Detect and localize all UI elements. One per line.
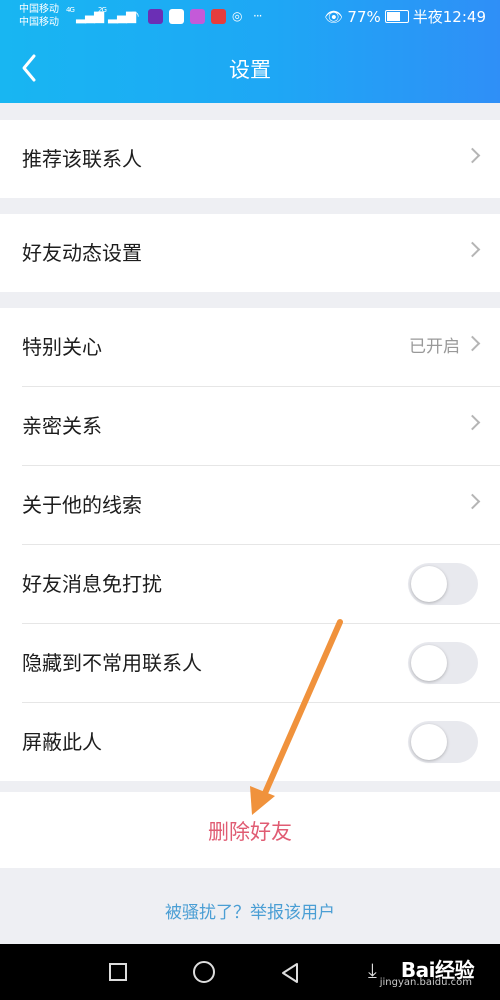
network-type-2: 2G (98, 6, 107, 14)
block-user-toggle[interactable] (408, 721, 478, 763)
battery-icon (384, 10, 409, 23)
network-type-1: 4G (66, 6, 75, 14)
toggle-knob (411, 645, 447, 681)
chevron-right-icon (464, 493, 481, 510)
home-button[interactable] (193, 961, 215, 983)
row-label: 关于他的线索 (22, 493, 142, 517)
settings-group-moments: 好友动态设置 (0, 214, 500, 292)
watermark-url: jingyan.baidu.com (379, 977, 472, 988)
back-triangle-icon[interactable] (280, 962, 302, 984)
chevron-right-icon (464, 241, 481, 258)
wifi-icon: ◠ (128, 9, 139, 24)
circle-notification-icon: ◎ (232, 9, 243, 23)
row-label: 特别关心 (22, 335, 102, 359)
recent-apps-button[interactable] (109, 963, 127, 981)
settings-row-do-not-disturb: 好友消息免打扰 (22, 545, 500, 624)
app-notification-icon (148, 9, 163, 24)
app-header: 中国移动 中国移动 4G ▂▄▆ 2G ▂▄▆ ◠ ◎ ··· 👁 77% 半夜12… (0, 0, 500, 103)
row-label: 隐藏到不常用联系人 (22, 651, 202, 675)
row-label: 好友消息免打扰 (22, 572, 162, 596)
hide-contact-toggle[interactable] (408, 642, 478, 684)
clock: 半夜12:49 (412, 8, 486, 26)
toggle-knob (411, 724, 447, 760)
chevron-right-icon (464, 414, 481, 431)
row-label: 亲密关系 (22, 414, 102, 438)
settings-row-special-care[interactable]: 特别关心 已开启 (22, 308, 500, 387)
carrier-2: 中国移动 (19, 17, 59, 28)
settings-group-recommend: 推荐该联系人 (0, 120, 500, 198)
settings-group-relationship: 特别关心 已开启 亲密关系 关于他的线索 好友消息免打扰 隐藏到不常用联系人 屏… (0, 308, 500, 781)
battery-percent: 77% (347, 8, 381, 26)
settings-row-recommend-contact[interactable]: 推荐该联系人 (22, 120, 500, 198)
more-notifications-icon: ··· (253, 9, 263, 23)
special-care-status: 已开启 (409, 337, 460, 357)
settings-row-block-user: 屏蔽此人 (22, 703, 500, 781)
app-notification-icon (169, 9, 184, 24)
carrier-1: 中国移动 (19, 4, 59, 15)
app-notification-icon (190, 9, 205, 24)
eye-comfort-icon: 👁 (324, 8, 344, 26)
row-label: 推荐该联系人 (22, 147, 142, 171)
carrier-labels: 中国移动 中国移动 (19, 3, 59, 29)
settings-row-moments-settings[interactable]: 好友动态设置 (22, 214, 500, 292)
row-label: 屏蔽此人 (22, 730, 102, 754)
row-label: 好友动态设置 (22, 241, 142, 265)
system-nav-bar: ⤓ Bai经验 jingyan.baidu.com (0, 944, 500, 1000)
status-bar: 中国移动 中国移动 4G ▂▄▆ 2G ▂▄▆ ◠ ◎ ··· 👁 77% 半夜12… (0, 0, 500, 34)
chevron-right-icon (464, 335, 481, 352)
do-not-disturb-toggle[interactable] (408, 563, 478, 605)
status-right: 👁 77% 半夜12:49 (320, 6, 486, 27)
report-user-link[interactable]: 被骚扰了？举报该用户 (0, 898, 500, 923)
delete-friend-button[interactable]: 删除好友 (0, 792, 500, 868)
notification-pulldown-icon[interactable]: ⤓ (368, 958, 377, 982)
chevron-right-icon (464, 147, 481, 164)
app-notification-icon (211, 9, 226, 24)
settings-row-clues[interactable]: 关于他的线索 (22, 466, 500, 545)
settings-row-hide-contact: 隐藏到不常用联系人 (22, 624, 500, 703)
toggle-knob (411, 566, 447, 602)
settings-row-intimate-relation[interactable]: 亲密关系 (22, 387, 500, 466)
page-title: 设置 (229, 58, 271, 82)
